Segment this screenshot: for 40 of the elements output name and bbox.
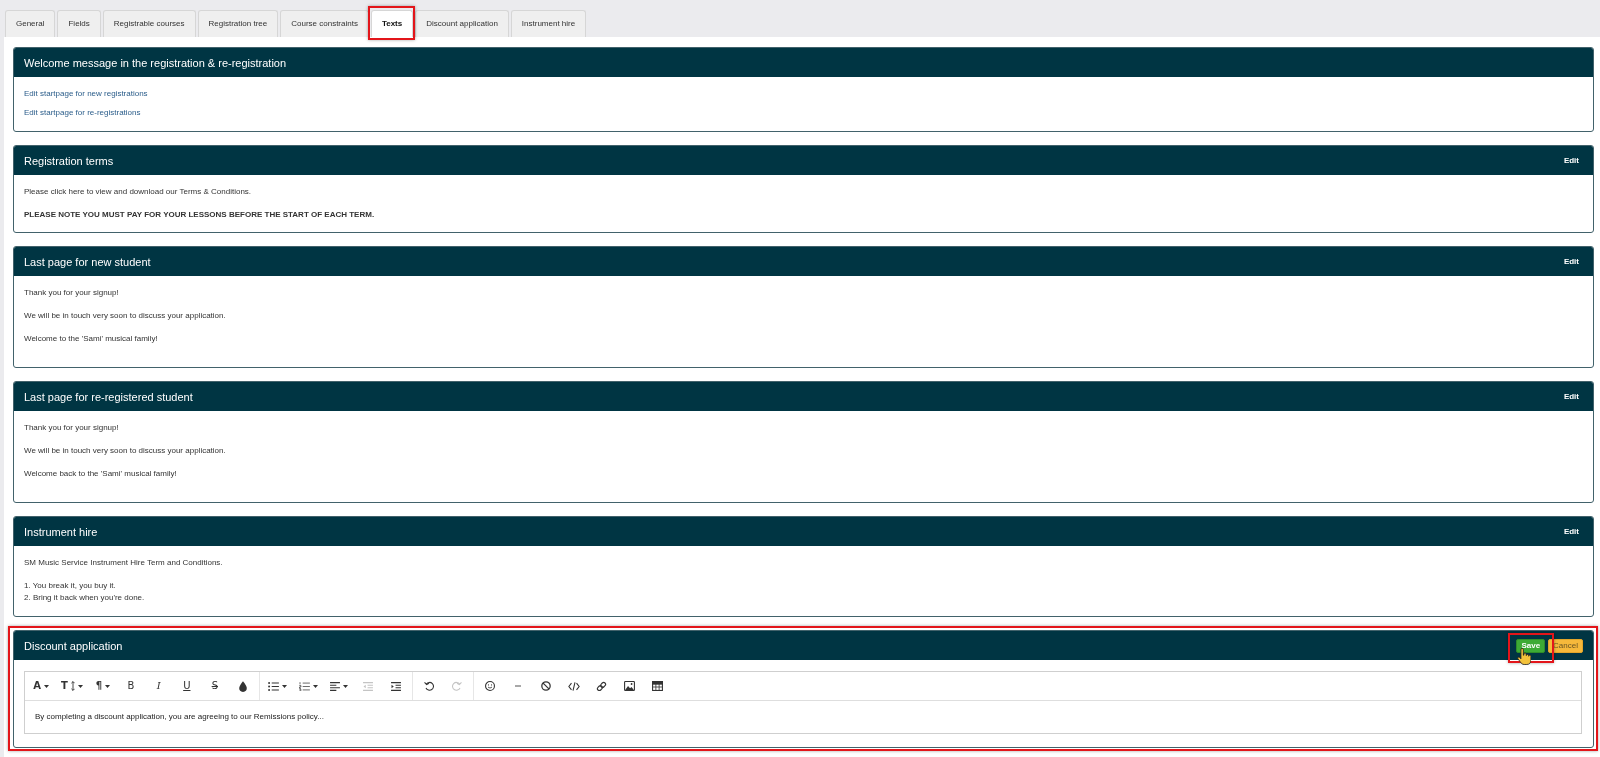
- body-text: We will be in touch very soon to discuss your application.: [24, 310, 227, 321]
- body-text: Welcome back to the 'Sami' musical family!: [24, 468, 178, 479]
- editor-field[interactable]: By completing a discount application, you are agreeing to our Remissions policy...: [25, 701, 1581, 733]
- font-button[interactable]: A: [27, 672, 55, 700]
- body-text: SM Music Service Instrument Hire Term and Conditions.: [24, 557, 224, 568]
- tab[interactable]: Registrable courses: [102, 10, 196, 37]
- panel-title: Instrument hire: [24, 524, 98, 539]
- body-text: 2. Bring it back when you're done.: [24, 592, 146, 604]
- body-text: We will be in touch very soon to discuss your application.: [24, 445, 227, 456]
- edit-button[interactable]: Edit: [1559, 254, 1583, 269]
- startpage-link[interactable]: Edit startpage for new registrations: [24, 88, 148, 99]
- tab[interactable]: General: [5, 10, 56, 37]
- cancel-button[interactable]: Cancel: [1548, 638, 1583, 653]
- font-size-button[interactable]: T: [55, 672, 89, 700]
- bold-button[interactable]: B: [116, 672, 145, 700]
- body-text: 1. You break it, you buy it.: [24, 580, 117, 592]
- edit-button[interactable]: Edit: [1559, 389, 1583, 404]
- paragraph-button[interactable]: ¶: [88, 672, 117, 700]
- startpage-link[interactable]: Edit startpage for re-registrations: [24, 107, 141, 118]
- edit-button[interactable]: Edit: [1559, 524, 1583, 539]
- body-text: Thank you for your signup!: [24, 287, 120, 298]
- italic-button[interactable]: I: [144, 672, 173, 700]
- panel-title: Last page for re-registered student: [24, 389, 193, 404]
- tab[interactable]: Registration tree: [197, 10, 279, 37]
- body-text: Welcome to the 'Sami' musical family!: [24, 333, 159, 344]
- body-text: PLEASE NOTE YOU MUST PAY FOR YOUR LESSONS BEFORE THE START OF EACH TERM.: [24, 209, 376, 220]
- panel-title: Discount application: [24, 638, 123, 653]
- tab[interactable]: Instrument hire: [510, 10, 587, 37]
- body-text: Thank you for your signup!: [24, 422, 120, 433]
- body-text: Please click here to view and download our Terms & Conditions.: [24, 186, 253, 197]
- panel-title: Welcome message in the registration & re-registration: [24, 55, 287, 70]
- tab[interactable]: Discount application: [415, 10, 509, 37]
- edit-button[interactable]: Edit: [1559, 153, 1583, 168]
- underline-button[interactable]: U: [172, 672, 201, 700]
- panel-title: Last page for new student: [24, 254, 151, 269]
- strikethrough-button[interactable]: S: [200, 672, 229, 700]
- panel-title: Registration terms: [24, 153, 114, 168]
- tab[interactable]: Texts: [370, 10, 414, 37]
- tab[interactable]: Fields: [57, 10, 101, 37]
- tab[interactable]: Course constraints: [280, 10, 369, 37]
